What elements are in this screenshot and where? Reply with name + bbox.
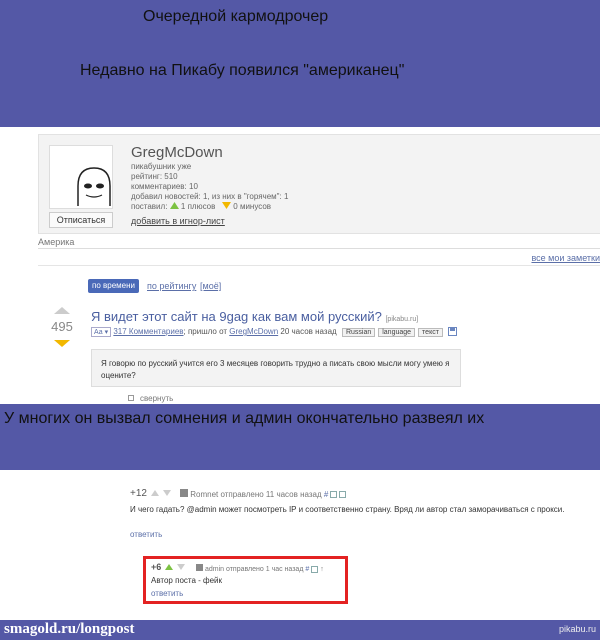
- watermark-right: pikabu.ru: [558, 624, 596, 634]
- profile-rating: рейтинг: 510: [131, 172, 178, 181]
- face-icon: [77, 167, 111, 206]
- caption-sub: Недавно на Пикабу появился "американец": [80, 62, 405, 79]
- sort-by-time-button[interactable]: по времени: [88, 279, 139, 293]
- comment-text: И чего гадать? @admin может посмотреть I…: [130, 505, 565, 514]
- collapse-link[interactable]: свернуть: [140, 394, 173, 403]
- reply-link[interactable]: ответить: [130, 530, 162, 539]
- comments-link[interactable]: 317 Комментариев: [113, 327, 183, 336]
- profile-votes: поставил: 1 плюсов 0 минусов: [131, 202, 271, 211]
- caption-mid: У многих он вызвал сомнения и админ окон…: [4, 410, 485, 427]
- post-from: ; пришло от: [183, 327, 228, 336]
- post-source: [pikabu.ru]: [385, 316, 419, 323]
- minus-arrow-icon: [222, 202, 232, 209]
- tag-text[interactable]: текст: [418, 328, 443, 337]
- comment-meta: admin отправлено 1 час назад # ↑: [196, 564, 324, 573]
- divider: [38, 248, 600, 249]
- comment-score: +12: [130, 488, 172, 499]
- hide-icon: [330, 491, 338, 499]
- comment-score: +6: [151, 562, 186, 572]
- profile-username[interactable]: GregMcDown: [131, 144, 223, 161]
- save-icon: [339, 491, 347, 499]
- sort-by-rating-link[interactable]: по рейтингу: [147, 281, 196, 291]
- unsubscribe-button[interactable]: Отписаться: [49, 212, 113, 228]
- profile-comments: комментариев: 10: [131, 182, 198, 191]
- post-upvote-icon[interactable]: [54, 307, 70, 314]
- comments-panel: +12 Romnet отправлено 11 часов назад # И…: [0, 470, 600, 620]
- post-title-text[interactable]: Я видет этот сайт на 9gag как вам мой ру…: [91, 309, 382, 324]
- comment-meta: Romnet отправлено 11 часов назад #: [180, 489, 347, 499]
- font-size-button[interactable]: Аа ▾: [91, 327, 112, 337]
- profile-news: добавил новостей: 1, из них в "горячем":…: [131, 192, 289, 201]
- post-time: 20 часов назад: [280, 327, 337, 336]
- save-icon: [311, 565, 319, 573]
- highlighted-admin-comment: +6 admin отправлено 1 час назад # ↑ Авто…: [143, 556, 348, 604]
- up-icon: ↑: [320, 566, 324, 573]
- my-notes-link[interactable]: все мои заметки: [531, 253, 600, 263]
- plus-count: 1 плюсов: [180, 202, 216, 211]
- post-body: Я говорю по русский учится его 3 месяцев…: [91, 349, 461, 387]
- tag-language[interactable]: language: [378, 328, 416, 337]
- tag-russian[interactable]: Russian: [341, 328, 376, 337]
- collapse-icon[interactable]: [128, 395, 134, 401]
- profile-panel: Отписаться GregMcDown пикабушник уже рей…: [0, 127, 600, 404]
- vote-arrows-icon: [164, 564, 185, 570]
- reply-link[interactable]: ответить: [151, 589, 183, 598]
- post-score: 495: [51, 319, 73, 334]
- avatar: [49, 145, 113, 209]
- post-meta: Аа ▾ 317 Комментариев; пришло от GregMcD…: [91, 327, 458, 337]
- sort-mine-link[interactable]: [моё]: [200, 281, 221, 291]
- save-icon: [448, 327, 458, 337]
- divider: [38, 265, 600, 266]
- watermark-left: smagold.ru/longpost: [4, 621, 135, 637]
- profile-location: Америка: [38, 237, 75, 247]
- profile-rank: пикабушник уже: [131, 162, 192, 171]
- plus-arrow-icon: [169, 202, 179, 209]
- minus-count: 0 минусов: [233, 202, 272, 211]
- post-title[interactable]: Я видет этот сайт на 9gag как вам мой ру…: [91, 309, 418, 324]
- vote-arrows-icon: [150, 490, 171, 496]
- profile-box: Отписаться GregMcDown пикабушник уже рей…: [38, 134, 600, 234]
- post-downvote-icon[interactable]: [54, 340, 70, 347]
- caption-top: Очередной кармодрочер: [143, 8, 329, 25]
- votes-label: поставил:: [131, 202, 168, 211]
- user-icon: [196, 564, 203, 571]
- user-icon: [180, 489, 188, 497]
- comment-text: Автор поста - фейк: [151, 576, 223, 585]
- ignore-link[interactable]: добавить в игнор-лист: [131, 216, 225, 226]
- post-author-link[interactable]: GregMcDown: [229, 327, 278, 336]
